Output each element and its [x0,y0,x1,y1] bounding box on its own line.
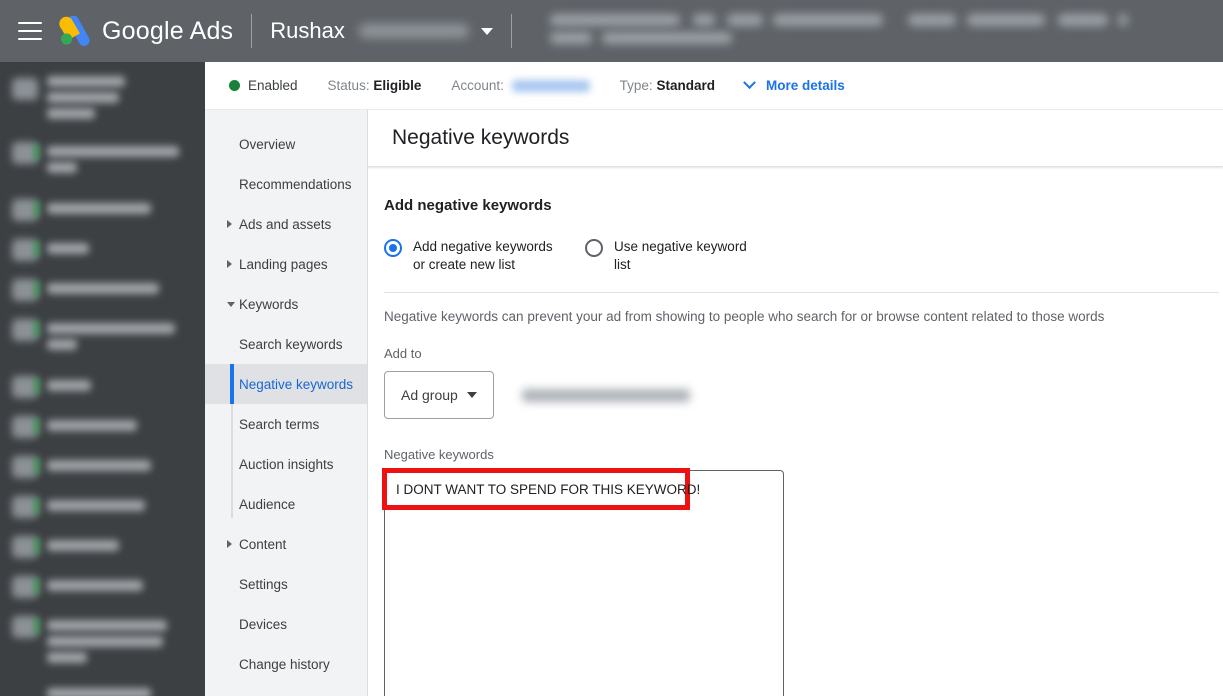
caret-down-icon [466,392,477,398]
nav-item-redacted[interactable] [0,682,205,696]
annotation-highlight: I DONT WANT TO SPEND FOR THIS KEYWORD! [382,468,700,510]
chevron-down-icon [743,76,756,90]
nav-item-redacted[interactable] [0,614,205,676]
divider [384,292,1219,293]
sidebar-item-content[interactable]: Content [205,524,367,564]
sidebar-item-label: Change history [239,656,330,672]
campaign-status-bar: Enabled Status: Eligible Account: Type: … [205,62,1223,110]
sidebar-item-ads-and-assets[interactable]: Ads and assets [205,204,367,244]
sidebar-item-label: Audience [239,496,296,512]
radio-use-negative-keyword-list[interactable]: Use negative keyword list [585,238,764,274]
radio-add-negative-keywords[interactable]: Add negative keywords or create new list [384,238,563,274]
annotation-text: I DONT WANT TO SPEND FOR THIS KEYWORD! [396,481,701,497]
sidebar-item-label: Negative keywords [239,376,354,392]
radio-label: Use negative keyword list [614,239,747,272]
sidebar-item-label: Landing pages [239,256,328,272]
status-state: Enabled [248,78,298,93]
nav-item-redacted[interactable] [0,317,205,365]
nav-item-redacted[interactable] [0,72,205,132]
nav-item-redacted[interactable] [0,534,205,568]
status-dot-icon [229,80,240,91]
campaign-sub-navigation: Overview Recommendations Ads and assets … [205,110,368,696]
nav-item-redacted[interactable] [0,277,205,311]
hamburger-menu-icon[interactable] [18,22,42,40]
nav-icon-redacted [12,78,38,100]
nav-item-redacted[interactable] [0,237,205,271]
nav-item-redacted[interactable] [0,494,205,528]
sidebar-item-label: Content [239,536,287,552]
negative-keywords-label: Negative keywords [384,447,494,462]
caret-down-icon[interactable] [480,27,493,35]
sidebar-item-settings[interactable]: Settings [205,564,367,604]
account-field: Account: [451,78,590,93]
sidebar-item-label: Settings [239,576,288,592]
chevron-right-icon [227,220,232,228]
sidebar-item-label: Search terms [239,416,320,432]
sidebar-item-search-terms[interactable]: Search terms [205,404,367,444]
status-value: Eligible [373,78,422,93]
radio-label: Add negative keywords or create new list [413,239,553,272]
left-navigation-panel[interactable] [0,62,205,696]
nav-item-redacted[interactable] [0,414,205,448]
sidebar-item-keywords[interactable]: Keywords [205,284,367,324]
google-ads-logo-icon [58,15,92,46]
chevron-right-icon [227,540,232,548]
account-name: Rushax [270,18,345,43]
sidebar-item-label: Auction insights [239,456,334,472]
sidebar-item-recommendations[interactable]: Recommendations [205,164,367,204]
more-details-button[interactable]: More details [743,76,845,93]
brand-title: Google Ads [102,16,234,45]
sidebar-item-negative-keywords[interactable]: Negative keywords [205,364,367,404]
sidebar-item-label: Ads and assets [239,216,332,232]
form-description: Negative keywords can prevent your ad fr… [384,309,1105,324]
sidebar-item-label: Recommendations [239,176,352,192]
divider [510,14,512,48]
sidebar-item-devices[interactable]: Devices [205,604,367,644]
add-to-row: Ad group [384,371,1223,419]
account-id-redacted [358,24,469,38]
type-field: Type: Standard [620,78,715,93]
sidebar-item-label: Devices [239,616,288,632]
status-field: Status: Eligible [328,78,422,93]
nav-item-redacted[interactable] [0,197,205,231]
main-content: Negative keywords Add negative keywords … [368,110,1223,696]
sidebar-item-label: Overview [239,136,296,152]
nav-item-redacted[interactable] [0,574,205,608]
type-value: Standard [656,78,715,93]
sidebar-item-search-keywords[interactable]: Search keywords [205,324,367,364]
ad-group-dropdown-label: Ad group [401,387,458,403]
google-ads-page: Google Ads Rushax Enabled Status: Eligib… [0,0,1223,696]
sidebar-item-label: Search keywords [239,336,343,352]
radio-selected-icon[interactable] [384,239,402,257]
page-title-bar: Negative keywords [368,110,1223,167]
nav-item-redacted[interactable] [0,140,205,192]
sidebar-item-change-history[interactable]: Change history [205,644,367,684]
sidebar-item-landing-pages[interactable]: Landing pages [205,244,367,284]
ad-group-name-redacted [521,388,690,402]
sidebar-item-overview[interactable]: Overview [205,124,367,164]
nav-item-redacted[interactable] [0,454,205,488]
account-value-redacted [511,80,590,93]
ad-group-dropdown[interactable]: Ad group [384,371,494,419]
negative-keywords-form: Add negative keywords Add negative keywo… [368,167,1223,696]
sidebar-item-auction-insights[interactable]: Auction insights [205,444,367,484]
sidebar-item-label: Keywords [239,296,299,312]
status-label: Status: [327,78,370,93]
keyword-source-radio-group: Add negative keywords or create new list… [384,238,1223,274]
breadcrumb-redacted [530,10,1223,52]
chevron-down-icon [227,302,235,307]
page-title: Negative keywords [392,126,570,149]
section-title: Add negative keywords [384,197,552,214]
negative-keywords-input-wrap: I DONT WANT TO SPEND FOR THIS KEYWORD! [382,468,1223,696]
account-label: Account: [451,78,504,93]
more-details-label: More details [765,78,845,93]
type-label: Type: [619,78,653,93]
sidebar-item-audience[interactable]: Audience [205,484,367,524]
divider [251,14,253,48]
top-app-bar: Google Ads Rushax [0,0,1223,62]
radio-unselected-icon[interactable] [585,239,603,257]
nav-item-redacted[interactable] [0,374,205,408]
chevron-right-icon [227,260,232,268]
add-to-label: Add to [384,346,422,361]
